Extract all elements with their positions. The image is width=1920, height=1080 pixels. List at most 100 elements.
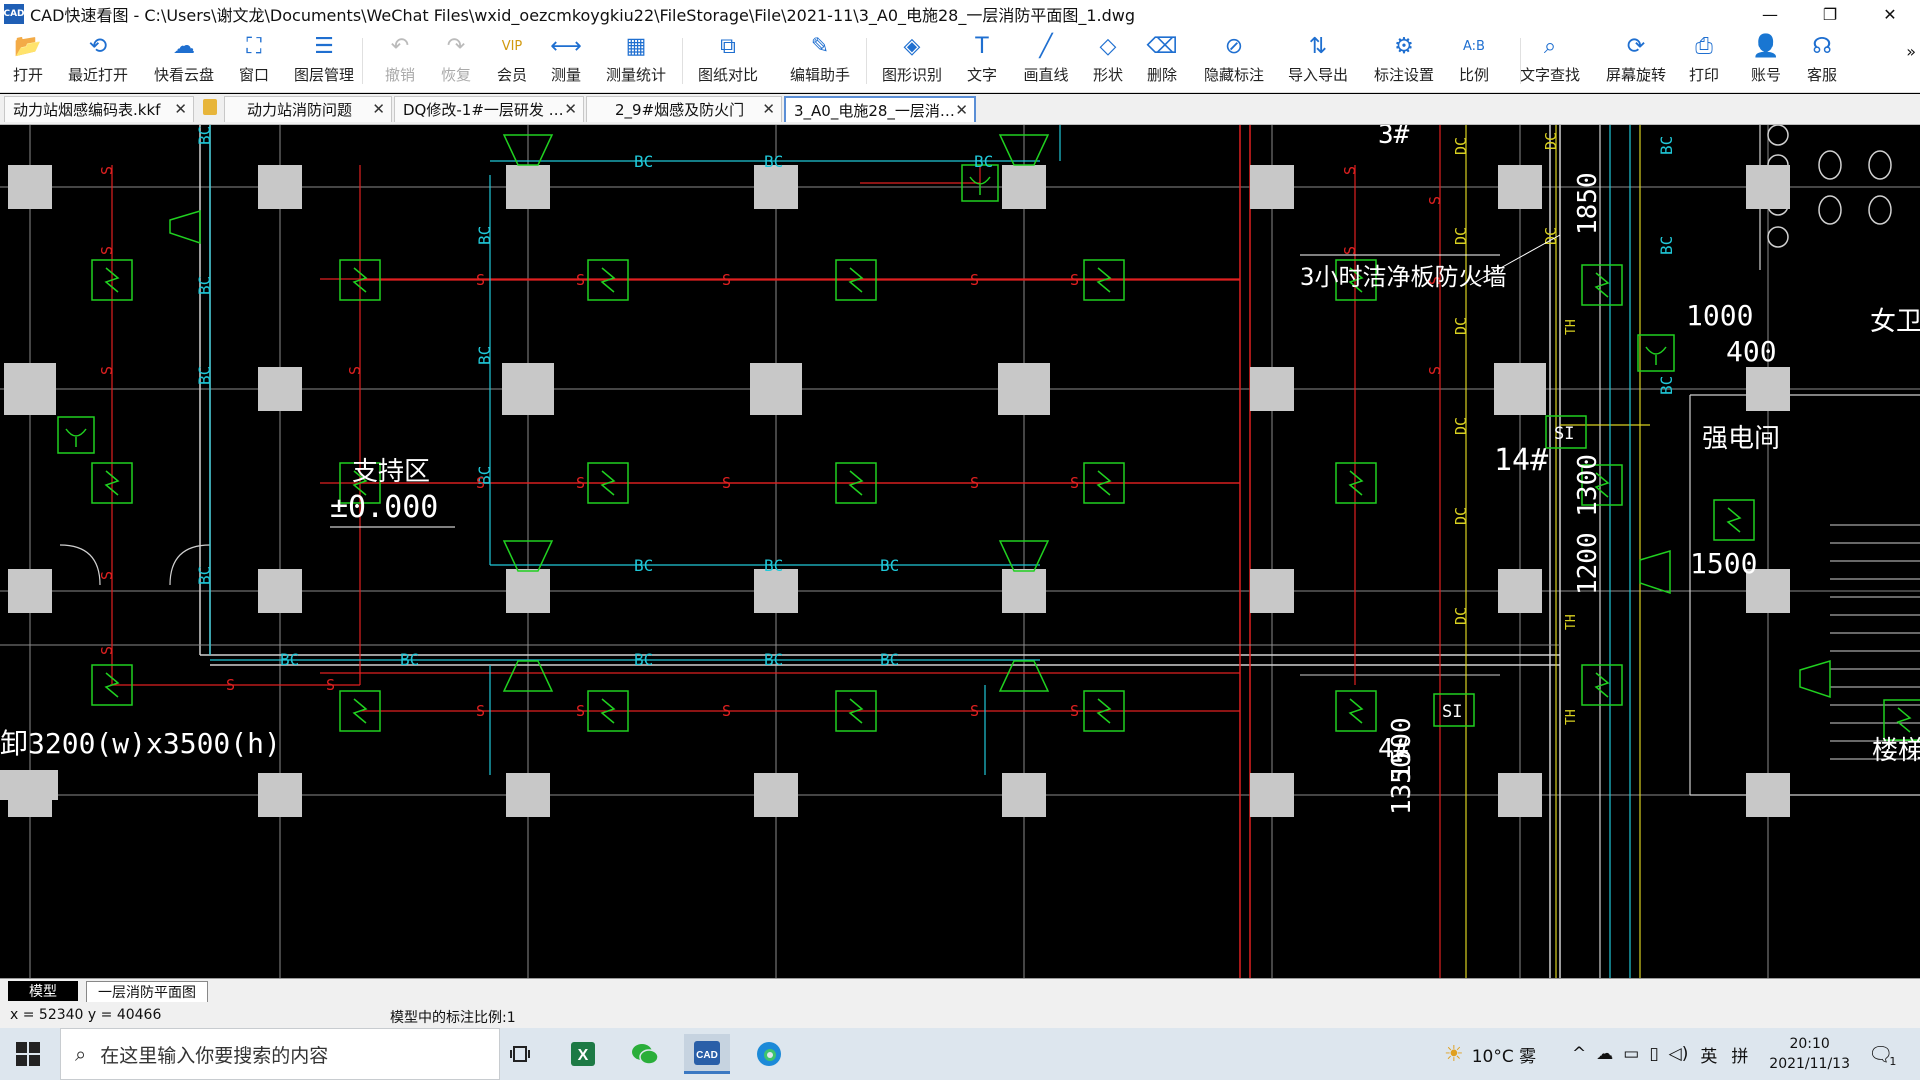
- close-button[interactable]: ✕: [1860, 0, 1920, 28]
- close-icon[interactable]: ✕: [174, 100, 187, 118]
- structural-column: [506, 773, 550, 817]
- manual-call-point-icon: [1637, 334, 1675, 372]
- bc-label: BC: [280, 650, 299, 669]
- doc-tab-3[interactable]: DQ修改-1#一层研发 … ✕: [394, 96, 584, 122]
- toolbar-scale-button[interactable]: A:B 比例: [1438, 32, 1510, 88]
- doc-tab-active[interactable]: 3_A0_电施28_一层消… ✕: [784, 96, 976, 122]
- bc-label: BC: [195, 126, 214, 145]
- headset-icon: ☊: [1812, 33, 1832, 59]
- doc-tab-2[interactable]: 动力站消防问题 ✕: [224, 96, 392, 122]
- search-placeholder: 在这里输入你要搜索的内容: [100, 1044, 329, 1067]
- notification-center-icon[interactable]: 🗨 1: [1868, 1028, 1896, 1080]
- toolbar-rotate-screen-button[interactable]: ⟳ 屏幕旋转: [1600, 32, 1672, 88]
- fire-alarm-horn-icon: [169, 209, 201, 245]
- onedrive-cloud-icon[interactable]: ☁: [1596, 1044, 1613, 1064]
- toolbar-history-button[interactable]: ⟲ 最近打开: [62, 32, 134, 88]
- toolbar-cloud-button[interactable]: ☁ 快看云盘: [148, 32, 220, 88]
- structural-column: [502, 363, 554, 415]
- layout-tab-sheet[interactable]: 一层消防平面图: [86, 981, 208, 1003]
- text-icon: T: [975, 33, 989, 59]
- layout-tab-model[interactable]: 模型: [8, 981, 78, 1001]
- shape-recognition-icon: ◈: [903, 33, 921, 59]
- close-icon[interactable]: ✕: [762, 100, 775, 118]
- volume-icon[interactable]: ◁): [1669, 1044, 1689, 1064]
- manual-call-point-glyph: [65, 428, 87, 447]
- toolbar-window-button[interactable]: ⛶ 窗口: [218, 32, 290, 88]
- windows-start-icon[interactable]: [16, 1042, 40, 1066]
- structural-column: [750, 363, 802, 415]
- toolbar-edit-assistant-button[interactable]: ✎ 编辑助手: [784, 32, 856, 88]
- taskbar-clock[interactable]: 20:10 2021/11/13: [1769, 1034, 1850, 1074]
- smoke-detector-glyph: [1348, 698, 1364, 724]
- toolbar-ruler-button[interactable]: ⟷ 测量: [530, 32, 602, 88]
- bc-label: BC: [1657, 236, 1676, 255]
- edge-browser-icon[interactable]: [746, 1034, 792, 1074]
- toolbar-headset-button[interactable]: ☊ 客服: [1786, 32, 1858, 88]
- wechat-icon[interactable]: [622, 1034, 668, 1074]
- task-view-icon[interactable]: [498, 1034, 544, 1074]
- toolbar-text-button[interactable]: T 文字: [946, 32, 1018, 88]
- toolbar-import-export-button[interactable]: ⇅ 导入导出: [1282, 32, 1354, 88]
- restore-button[interactable]: ❐: [1800, 0, 1860, 28]
- windows-taskbar: ⌕ 在这里输入你要搜索的内容 X CAD ☀ 10°C 雾 ^ ☁ ▭ ▯ ◁)…: [0, 1028, 1920, 1080]
- toolbar-measure-stats-button[interactable]: ▦ 测量统计: [600, 32, 672, 88]
- dc-label: DC: [1452, 317, 1470, 335]
- network-icon[interactable]: ▯: [1649, 1044, 1658, 1064]
- toolbar-eraser-button[interactable]: ⌫ 删除: [1126, 32, 1198, 88]
- toolbar-text-search-button[interactable]: ⌕ 文字查找: [1514, 32, 1586, 88]
- chevron-up-icon[interactable]: ^: [1572, 1044, 1586, 1064]
- weather-widget[interactable]: ☀ 10°C 雾: [1444, 1028, 1536, 1080]
- toolbar-hide-annotation-button[interactable]: ⊘ 隐藏标注: [1198, 32, 1270, 88]
- th-label: TH: [1564, 709, 1579, 725]
- battery-icon[interactable]: ▭: [1623, 1044, 1639, 1064]
- cursor-coordinates: x = 52340 y = 40466: [10, 1007, 162, 1023]
- toolbar-compare-button[interactable]: ⧉ 图纸对比: [692, 32, 764, 88]
- eraser-icon: ⌫: [1146, 33, 1178, 59]
- dimension-label: 1200 1300: [1573, 454, 1603, 595]
- manual-call-point-icon: [57, 416, 95, 454]
- measure-stats-icon: ▦: [625, 33, 647, 59]
- dc-label: DC: [1452, 607, 1470, 625]
- system-tray: ^ ☁ ▭ ▯ ◁) 英 拼: [1572, 1028, 1748, 1080]
- fire-wall-label: 3小时洁净板防火墙: [1300, 263, 1506, 291]
- structural-column: [1498, 165, 1542, 209]
- taskbar-search-box[interactable]: ⌕ 在这里输入你要搜索的内容: [60, 1028, 500, 1080]
- cad-app-icon[interactable]: CAD: [684, 1034, 730, 1074]
- s-label: S: [98, 366, 116, 375]
- dc-label: DC: [1452, 417, 1470, 435]
- s-label: S: [970, 271, 979, 289]
- toolbar-more-button[interactable]: »: [1906, 42, 1916, 61]
- cad-drawing-canvas[interactable]: SI SI BC BC BC BC BC BC BC BC BC BC BC BC BC BC BC BC BC BC…: [0, 125, 1920, 978]
- door-arc: [59, 544, 101, 586]
- dc-label: DC: [1452, 227, 1470, 245]
- structural-column: [754, 165, 798, 209]
- toolbar-label: 打印: [1688, 66, 1719, 84]
- toolbar-layers-button[interactable]: ☰ 图层管理: [288, 32, 360, 88]
- hide-annotation-icon: ⊘: [1224, 33, 1244, 59]
- smoke-detector-glyph: [1726, 507, 1742, 533]
- toolbar-folder-open-button[interactable]: 📂 打开: [0, 32, 64, 88]
- text-search-icon: ⌕: [1543, 33, 1557, 59]
- minimize-button[interactable]: —: [1740, 0, 1800, 28]
- toolbar-label: 账号: [1750, 66, 1781, 84]
- toolbar-annotation-settings-button[interactable]: ⚙ 标注设置: [1368, 32, 1440, 88]
- s-label: S: [476, 271, 485, 289]
- close-icon[interactable]: ✕: [955, 101, 968, 119]
- bc-label: BC: [1657, 376, 1676, 395]
- toilet-fixture: [1818, 195, 1842, 225]
- dimension-label: 1000: [1686, 299, 1753, 332]
- doc-tab-1[interactable]: 动力站烟感编码表.kkf ✕: [4, 96, 194, 122]
- excel-icon[interactable]: X: [560, 1034, 606, 1074]
- toolbar-shape-recognition-button[interactable]: ◈ 图形识别: [876, 32, 948, 88]
- fire-alarm-horn-icon: [1799, 659, 1831, 699]
- smoke-detector-glyph: [1594, 272, 1610, 298]
- print-icon: ⎙: [1695, 33, 1713, 59]
- doc-tab-4[interactable]: 2_9#烟感及防火门 ✕: [586, 96, 782, 122]
- ime-language[interactable]: 英: [1700, 1042, 1717, 1067]
- close-icon[interactable]: ✕: [372, 100, 385, 118]
- bc-label: BC: [634, 152, 653, 171]
- toolbar-label: 测量: [550, 66, 581, 84]
- bc-label: BC: [475, 346, 494, 365]
- close-icon[interactable]: ✕: [564, 100, 577, 118]
- ime-mode[interactable]: 拼: [1731, 1042, 1748, 1067]
